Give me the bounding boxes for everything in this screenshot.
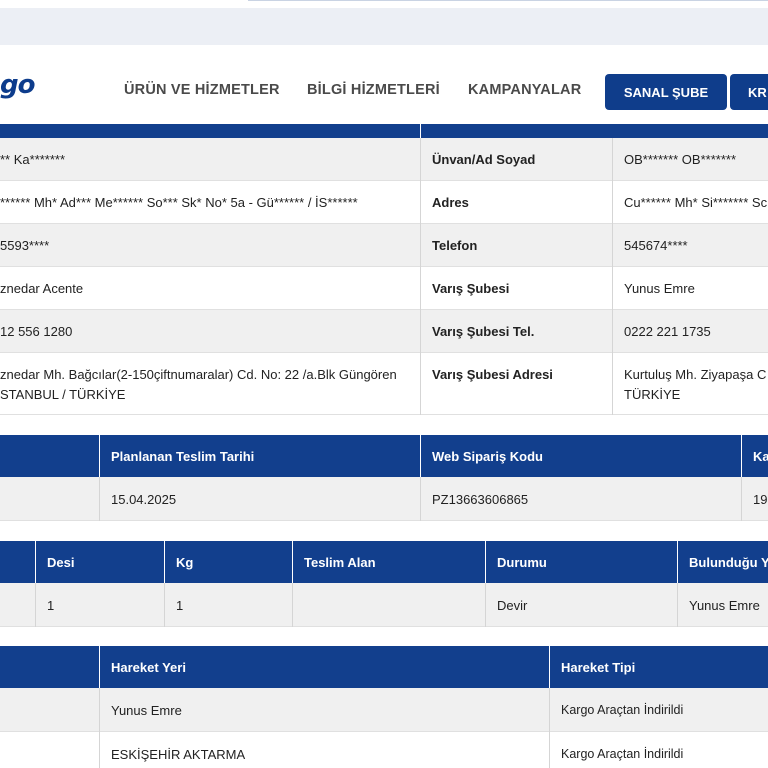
receiver-phone-label: Telefon (432, 238, 478, 253)
col-kg: Kg (176, 554, 194, 570)
col-desi: Desi (47, 554, 75, 570)
nav-products-services[interactable]: ÜRÜN VE HİZMETLER (124, 82, 280, 98)
arrival-branch-address-line1: Kurtuluş Mh. Ziyapaşa C (624, 367, 767, 382)
status-value: Devir (497, 597, 528, 613)
sender-branch-address-line2: STANBUL / TÜRKİYE (0, 387, 126, 402)
movement-place-value: Yunus Emre (111, 702, 182, 718)
col-movement-place: Hareket Yeri (111, 659, 186, 675)
web-order-code-value: PZ13663606865 (432, 491, 529, 507)
receiver-address-value: Cu****** Mh* Si******* Sc (624, 195, 768, 210)
planned-delivery-date-value: 15.04.2025 (111, 491, 177, 507)
sender-name-value: ** Ka******* (0, 152, 66, 167)
receiver-name-value: OB******* OB******* (624, 152, 737, 167)
arrival-branch-address-value: Kurtuluş Mh. Ziyapaşa C TÜRKİYE (612, 353, 768, 415)
desi-value: 1 (47, 597, 55, 613)
col-received-by: Teslim Alan (304, 554, 376, 570)
sender-address-value: ****** Mh* Ad*** Me****** So*** Sk* No* … (0, 195, 358, 210)
nav-campaigns[interactable]: KAMPANYALAR (468, 82, 581, 98)
section-header-bar (0, 124, 768, 138)
kg-value: 1 (176, 597, 184, 613)
received-by-value (292, 583, 485, 627)
arrival-branch-address-line2: TÜRKİYE (624, 387, 681, 402)
nav-button-partial[interactable]: KR (730, 74, 768, 110)
col-planned-delivery-date: Planlanan Teslim Tarihi (111, 448, 255, 464)
current-location-value: Yunus Emre (689, 597, 760, 613)
col-movement-type: Hareket Tipi (561, 659, 636, 675)
top-band (0, 8, 768, 45)
col-status: Durumu (497, 554, 547, 570)
arrival-branch-address-label: Varış Şubesi Adresi (420, 353, 612, 415)
arrival-branch-phone-label: Varış Şubesi Tel. (432, 324, 535, 339)
col-partial: Ka (753, 448, 768, 464)
sender-branch-phone-value: 12 556 1280 (0, 324, 73, 339)
movement-type-value: Kargo Araçtan İndirildi (561, 703, 684, 717)
partial-value: 19 (753, 491, 768, 507)
sender-branch-address-line1: znedar Mh. Bağcılar(2-150çiftnumaralar) … (0, 367, 397, 382)
top-divider (248, 0, 768, 1)
receiver-address-label: Adres (432, 195, 469, 210)
movement-type-value: Kargo Araçtan İndirildi (561, 747, 684, 761)
receiver-phone-value: 545674**** (624, 238, 688, 253)
col-web-order-code: Web Sipariş Kodu (432, 448, 543, 464)
col-current-location: Bulunduğu Y (689, 554, 768, 570)
sender-branch-address-value: znedar Mh. Bağcılar(2-150çiftnumaralar) … (0, 353, 420, 415)
nav-info-services[interactable]: BİLGİ HİZMETLERİ (307, 82, 440, 98)
arrival-branch-label: Varış Şubesi (432, 281, 510, 296)
virtual-branch-button[interactable]: SANAL ŞUBE (605, 74, 727, 110)
sender-branch-value: znedar Acente (0, 281, 84, 296)
arrival-branch-phone-value: 0222 221 1735 (624, 324, 711, 339)
sender-phone-value: 5593**** (0, 238, 50, 253)
movement-place-value: ESKİŞEHİR AKTARMA (111, 746, 246, 762)
brand-logo[interactable]: go (0, 70, 35, 100)
receiver-name-label: Ünvan/Ad Soyad (432, 152, 536, 167)
arrival-branch-address-label-text: Varış Şubesi Adresi (432, 367, 553, 382)
arrival-branch-value: Yunus Emre (624, 281, 695, 296)
top-strip (0, 0, 768, 50)
